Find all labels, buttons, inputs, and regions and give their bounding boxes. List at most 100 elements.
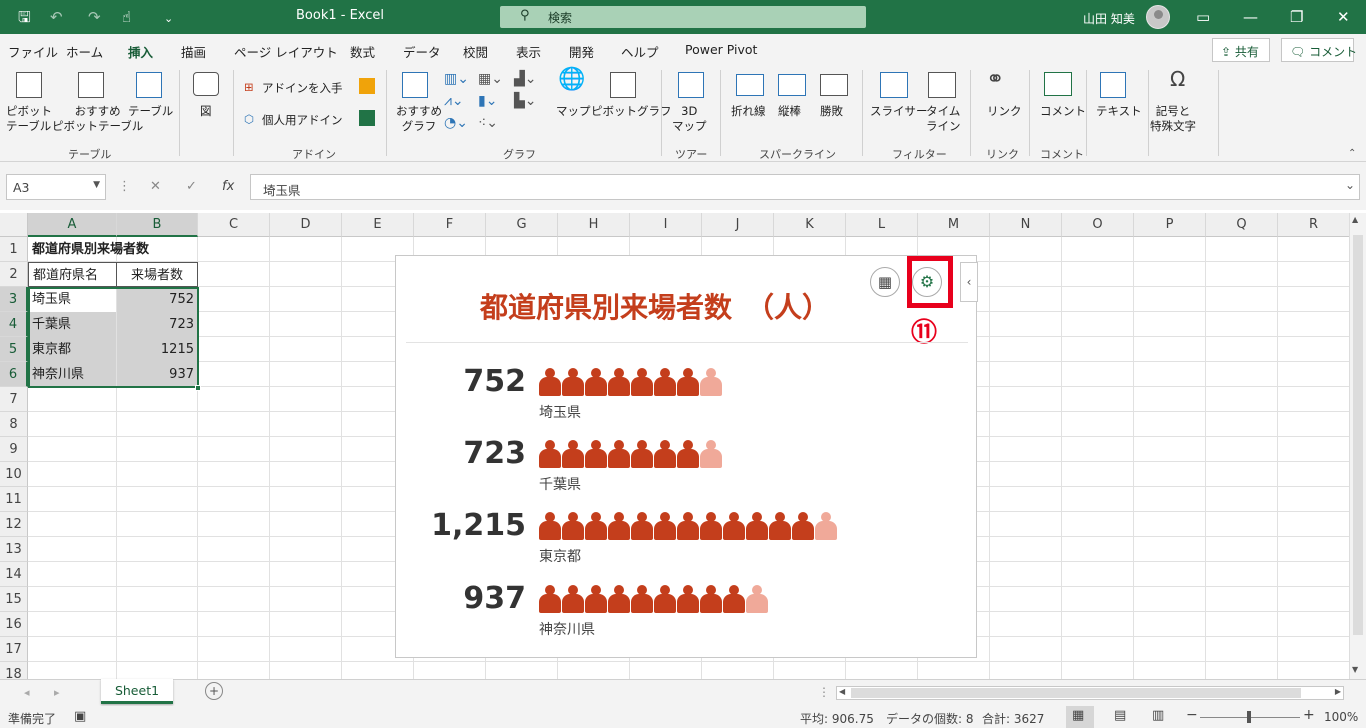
undo-icon[interactable]: ↶: [50, 7, 63, 27]
search-box[interactable]: ⚲ 検索: [500, 6, 866, 28]
enter-icon[interactable]: ✓: [186, 179, 197, 194]
text-button[interactable]: テキスト: [1096, 104, 1142, 119]
column-header-o[interactable]: O: [1062, 213, 1134, 237]
scroll-down-icon[interactable]: ▼: [1352, 665, 1358, 674]
zoom-out-icon[interactable]: −: [1186, 707, 1198, 723]
column-header-h[interactable]: H: [558, 213, 630, 237]
get-addins-button[interactable]: アドインを入手: [262, 81, 343, 96]
column-header-q[interactable]: Q: [1206, 213, 1278, 237]
row-header-3[interactable]: 3: [0, 287, 28, 312]
statistic-chart-icon[interactable]: ▮⌄: [478, 94, 497, 109]
row-header-18[interactable]: 18: [0, 662, 28, 679]
tab-help[interactable]: ヘルプ: [621, 42, 659, 61]
comment-button[interactable]: コメント: [1040, 104, 1086, 119]
row-header-16[interactable]: 16: [0, 612, 28, 637]
restore-icon[interactable]: ❐: [1290, 7, 1303, 27]
tab-view[interactable]: 表示: [516, 42, 541, 61]
page-break-view-icon[interactable]: ▥: [1152, 708, 1164, 723]
minimize-icon[interactable]: —: [1243, 7, 1258, 27]
cell-a1[interactable]: 都道府県別来場者数: [28, 237, 198, 262]
add-sheet-icon[interactable]: +: [205, 682, 223, 700]
customize-qat-icon[interactable]: ⌄: [164, 9, 173, 29]
horizontal-scroll-thumb[interactable]: [851, 688, 1301, 698]
sheet-tab-sheet1[interactable]: Sheet1: [101, 679, 173, 704]
ribbon-display-options-icon[interactable]: ▭: [1196, 7, 1210, 27]
row-header-9[interactable]: 9: [0, 437, 28, 462]
zoom-level[interactable]: 100%: [1324, 710, 1358, 724]
horizontal-scrollbar[interactable]: ◀ ▶: [836, 686, 1344, 700]
tab-insert[interactable]: 挿入: [128, 42, 154, 68]
split-handle-icon[interactable]: ⋮: [818, 685, 830, 699]
row-header-2[interactable]: 2: [0, 262, 28, 287]
save-icon[interactable]: 🖫: [18, 7, 31, 27]
insert-function-icon[interactable]: fx: [222, 179, 234, 194]
page-layout-view-icon[interactable]: ▤: [1114, 708, 1126, 723]
my-addins-button[interactable]: 個人用アドイン: [262, 113, 343, 128]
column-header-d[interactable]: D: [270, 213, 342, 237]
tab-page-layout[interactable]: ページ レイアウト: [234, 42, 338, 61]
symbols-button[interactable]: 記号と 特殊文字: [1150, 104, 1196, 134]
column-header-f[interactable]: F: [414, 213, 486, 237]
vertical-scrollbar[interactable]: ▲ ▼: [1349, 213, 1366, 679]
combo-chart-icon[interactable]: ▙⌄: [514, 94, 537, 109]
column-header-a[interactable]: A: [28, 213, 117, 237]
people-graph-icon[interactable]: [359, 110, 375, 126]
hierarchy-chart-icon[interactable]: ▦⌄: [478, 72, 503, 87]
row-header-10[interactable]: 10: [0, 462, 28, 487]
column-header-l[interactable]: L: [846, 213, 918, 237]
prev-sheet-icon[interactable]: ◂: [24, 686, 30, 699]
share-button[interactable]: ⇪ 共有: [1212, 38, 1270, 62]
scroll-right-icon[interactable]: ▶: [1335, 687, 1341, 696]
column-header-j[interactable]: J: [702, 213, 774, 237]
tab-formulas[interactable]: 数式: [350, 42, 375, 61]
cell-a2[interactable]: 都道府県名: [28, 262, 117, 287]
column-chart-icon[interactable]: ▥⌄: [444, 72, 469, 87]
chevron-left-icon[interactable]: ‹: [960, 262, 978, 302]
pivot-chart-button[interactable]: ピボットグラフ: [591, 104, 672, 119]
avatar[interactable]: [1146, 5, 1170, 29]
row-header-5[interactable]: 5: [0, 337, 28, 362]
column-header-e[interactable]: E: [342, 213, 414, 237]
column-header-k[interactable]: K: [774, 213, 846, 237]
sparkline-winloss-button[interactable]: 勝敗: [820, 104, 843, 119]
name-box[interactable]: A3 ▼: [6, 174, 106, 200]
maps-button[interactable]: マップ: [556, 104, 591, 119]
people-graph-chart[interactable]: 都道府県別来場者数 （人） ▦ ⚙ ⑪ 752 埼玉県 723 千葉県 1,215 東京都…: [395, 255, 977, 658]
row-header-17[interactable]: 17: [0, 637, 28, 662]
column-header-r[interactable]: R: [1278, 213, 1350, 237]
pivot-table-button[interactable]: ピボット テーブル: [6, 104, 52, 134]
collapse-ribbon-icon[interactable]: ⌃: [1348, 146, 1356, 161]
row-header-15[interactable]: 15: [0, 587, 28, 612]
tab-data[interactable]: データ: [403, 42, 441, 61]
scroll-up-icon[interactable]: ▲: [1352, 215, 1358, 224]
link-button[interactable]: リンク: [987, 104, 1022, 119]
tab-draw[interactable]: 描画: [181, 42, 206, 61]
cancel-icon[interactable]: ✕: [150, 179, 161, 194]
column-header-i[interactable]: I: [630, 213, 702, 237]
tab-power-pivot[interactable]: Power Pivot: [685, 42, 757, 57]
row-header-7[interactable]: 7: [0, 387, 28, 412]
fill-handle[interactable]: [195, 385, 201, 391]
cell-b2[interactable]: 来場者数: [116, 262, 198, 287]
select-all-corner[interactable]: [0, 213, 28, 237]
touch-mode-icon[interactable]: ☝: [122, 7, 131, 27]
formula-input[interactable]: 埼玉県 ⌄: [250, 174, 1360, 200]
column-header-n[interactable]: N: [990, 213, 1062, 237]
redo-icon[interactable]: ↷: [88, 7, 101, 27]
row-header-4[interactable]: 4: [0, 312, 28, 337]
zoom-slider-thumb[interactable]: [1247, 711, 1251, 723]
tab-developer[interactable]: 開発: [569, 42, 594, 61]
line-chart-icon[interactable]: ⩘⌄: [444, 94, 464, 109]
data-table-icon[interactable]: ▦: [870, 267, 900, 297]
row-header-13[interactable]: 13: [0, 537, 28, 562]
column-header-c[interactable]: C: [198, 213, 270, 237]
scroll-left-icon[interactable]: ◀: [839, 687, 845, 696]
zoom-in-icon[interactable]: +: [1303, 707, 1315, 723]
expand-formula-icon[interactable]: ⌄: [1345, 178, 1355, 192]
row-header-11[interactable]: 11: [0, 487, 28, 512]
row-header-14[interactable]: 14: [0, 562, 28, 587]
gear-icon[interactable]: ⚙: [912, 267, 942, 297]
sparkline-line-button[interactable]: 折れ線: [731, 104, 766, 119]
next-sheet-icon[interactable]: ▸: [54, 686, 60, 699]
row-header-1[interactable]: 1: [0, 237, 28, 262]
